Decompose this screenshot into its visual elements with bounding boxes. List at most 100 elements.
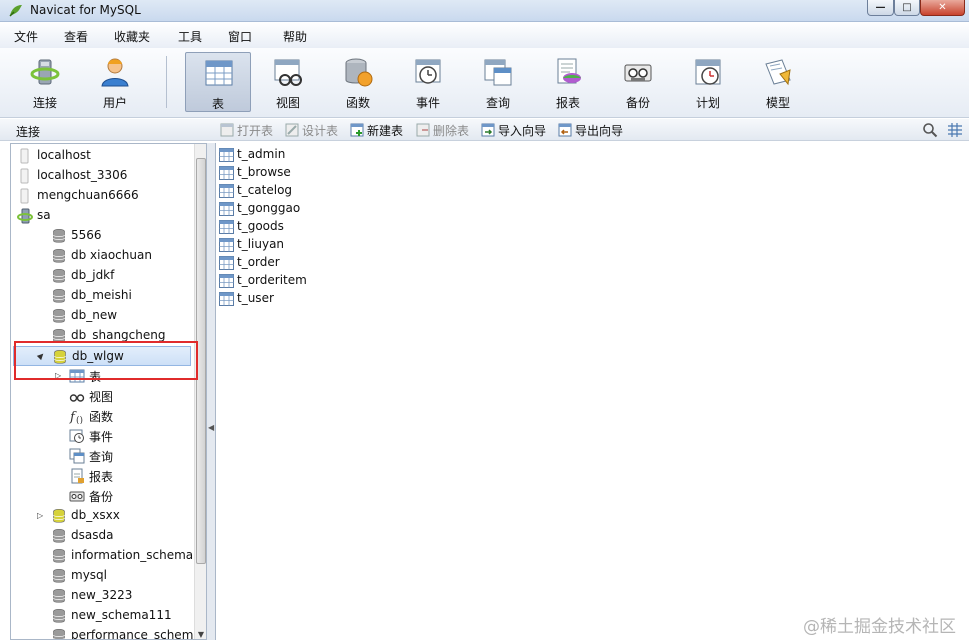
- tree-node-db[interactable]: db_meishi: [11, 286, 193, 306]
- toolbar-event-button[interactable]: 事件: [395, 52, 461, 112]
- db-icon: [53, 608, 65, 623]
- close-icon: ✕: [938, 2, 947, 13]
- open-table-button[interactable]: 打开表: [220, 122, 273, 138]
- maximize-icon: □: [902, 2, 912, 13]
- db-icon: [53, 588, 65, 603]
- tree-scrollbar[interactable]: ▼: [194, 144, 206, 639]
- table-name: t_browse: [237, 165, 291, 179]
- query-folder-icon: [69, 448, 85, 464]
- watermark: @稀土掘金技术社区: [803, 617, 956, 637]
- close-button[interactable]: ✕: [920, 0, 965, 16]
- table-icon: [219, 238, 234, 252]
- toolbar-user-button[interactable]: 用户: [82, 52, 148, 112]
- table-icon: [205, 60, 233, 86]
- export-wizard-icon: [558, 123, 572, 137]
- import-wizard-button[interactable]: 导入向导: [481, 122, 546, 138]
- tree-node-query-folder[interactable]: 查询: [11, 446, 193, 466]
- toolbar-query-button[interactable]: 查询: [465, 52, 531, 112]
- menu-help[interactable]: 帮助: [283, 28, 307, 45]
- toolbar-label: 事件: [415, 96, 440, 110]
- search-icon[interactable]: [922, 122, 938, 138]
- maximize-button[interactable]: □: [894, 0, 920, 16]
- table-icon: [219, 292, 234, 306]
- tree-node-label: performance_schem: [71, 628, 194, 640]
- db-icon: [53, 308, 65, 323]
- db-icon: [53, 628, 65, 639]
- collapsed-arrow-icon[interactable]: ▷: [37, 511, 46, 520]
- table-icon: [219, 274, 234, 288]
- toolbar-table-button[interactable]: 表: [185, 52, 251, 112]
- tree-node-db[interactable]: new_3223: [11, 586, 193, 606]
- menu-tools[interactable]: 工具: [178, 28, 202, 45]
- toolbar-separator: [166, 56, 167, 108]
- import-wizard-icon: [481, 123, 495, 137]
- tree-node-report-folder[interactable]: 报表: [11, 466, 193, 486]
- scroll-down-icon[interactable]: ▼: [196, 630, 206, 639]
- table-name: t_catelog: [237, 183, 293, 197]
- tree-node-db[interactable]: mysql: [11, 566, 193, 586]
- menu-window[interactable]: 窗口: [228, 28, 252, 45]
- table-name: t_user: [237, 291, 274, 305]
- tree-node-db[interactable]: new_schema111: [11, 606, 193, 626]
- tree-node-function-folder[interactable]: f() 函数: [11, 406, 193, 426]
- toolbar-report-button[interactable]: 报表: [535, 52, 601, 112]
- tree-node-db[interactable]: db xiaochuan: [11, 246, 193, 266]
- table-icon: [219, 184, 234, 198]
- tree-node-connection[interactable]: localhost: [11, 146, 193, 166]
- toolbar-backup-button[interactable]: 备份: [605, 52, 671, 112]
- tree-node-backup-folder[interactable]: 备份: [11, 486, 193, 506]
- toolbar-label: 报表: [555, 96, 580, 110]
- db-icon: [53, 568, 65, 583]
- tree-node-db[interactable]: db_new: [11, 306, 193, 326]
- report-icon: [557, 58, 581, 84]
- toolbar-label: 查询: [485, 96, 510, 110]
- new-table-button[interactable]: 新建表: [350, 122, 403, 138]
- query-icon: [484, 59, 512, 86]
- tree-node-connection[interactable]: localhost_3306: [11, 166, 193, 186]
- tree-node-connection-open[interactable]: ▲ sa: [11, 206, 193, 226]
- toolbar-connection-button[interactable]: 连接: [12, 52, 78, 112]
- toolbar-schedule-button[interactable]: 计划: [675, 52, 741, 112]
- window-title: Navicat for MySQL: [30, 3, 141, 17]
- view-icon: [274, 59, 302, 86]
- expanded-arrow-icon[interactable]: ▲: [11, 209, 14, 222]
- toolbar-view-button[interactable]: 视图: [255, 52, 321, 112]
- tree-node-view-folder[interactable]: 视图: [11, 386, 193, 406]
- title-bar: Navicat for MySQL — □ ✕: [0, 0, 969, 22]
- import-wizard-label: 导入向导: [498, 124, 547, 138]
- toolbar-function-button[interactable]: 函数: [325, 52, 391, 112]
- toolbar-label: 计划: [695, 96, 720, 110]
- table-icon: [219, 256, 234, 270]
- report-folder-icon: [71, 468, 84, 484]
- table-icon: [219, 202, 234, 216]
- table-icon: [219, 220, 234, 234]
- tree-node-label: db_new: [71, 308, 118, 322]
- object-list: t_admin t_browse t_catelog t_gonggao t_goods…: [215, 143, 969, 640]
- toolbar-label: 模型: [765, 96, 790, 110]
- menu-view[interactable]: 查看: [64, 28, 88, 45]
- db-icon: [53, 268, 65, 283]
- menu-favorites[interactable]: 收藏夹: [114, 28, 150, 45]
- collapse-arrow-icon[interactable]: ◀: [208, 423, 214, 432]
- tree-node-db[interactable]: performance_schem: [11, 626, 194, 640]
- delete-table-button[interactable]: 删除表: [416, 122, 469, 138]
- tree-node-db-open[interactable]: ▷ db_xsxx: [11, 506, 193, 526]
- tree-node-event-folder[interactable]: 事件: [11, 426, 193, 446]
- grid-view-icon[interactable]: [947, 122, 963, 138]
- tree-node-label: 备份: [89, 490, 114, 504]
- tree-node-db[interactable]: information_schema: [11, 546, 193, 566]
- tree-node-label: dsasda: [71, 528, 114, 542]
- connection-icon: [20, 168, 29, 184]
- design-table-button[interactable]: 设计表: [285, 122, 338, 138]
- menu-file[interactable]: 文件: [14, 28, 38, 45]
- tree-node-db[interactable]: db_jdkf: [11, 266, 193, 286]
- pane-splitter[interactable]: ◀: [207, 143, 215, 640]
- backup-folder-icon: [69, 491, 85, 502]
- tree-node-db[interactable]: dsasda: [11, 526, 193, 546]
- toolbar-model-button[interactable]: 模型: [745, 52, 811, 112]
- minimize-button[interactable]: —: [867, 0, 894, 16]
- export-wizard-button[interactable]: 导出向导: [558, 122, 623, 138]
- tree-node-db[interactable]: 5566: [11, 226, 193, 246]
- tree-node-label: 查询: [89, 450, 114, 464]
- tree-node-connection[interactable]: mengchuan6666: [11, 186, 193, 206]
